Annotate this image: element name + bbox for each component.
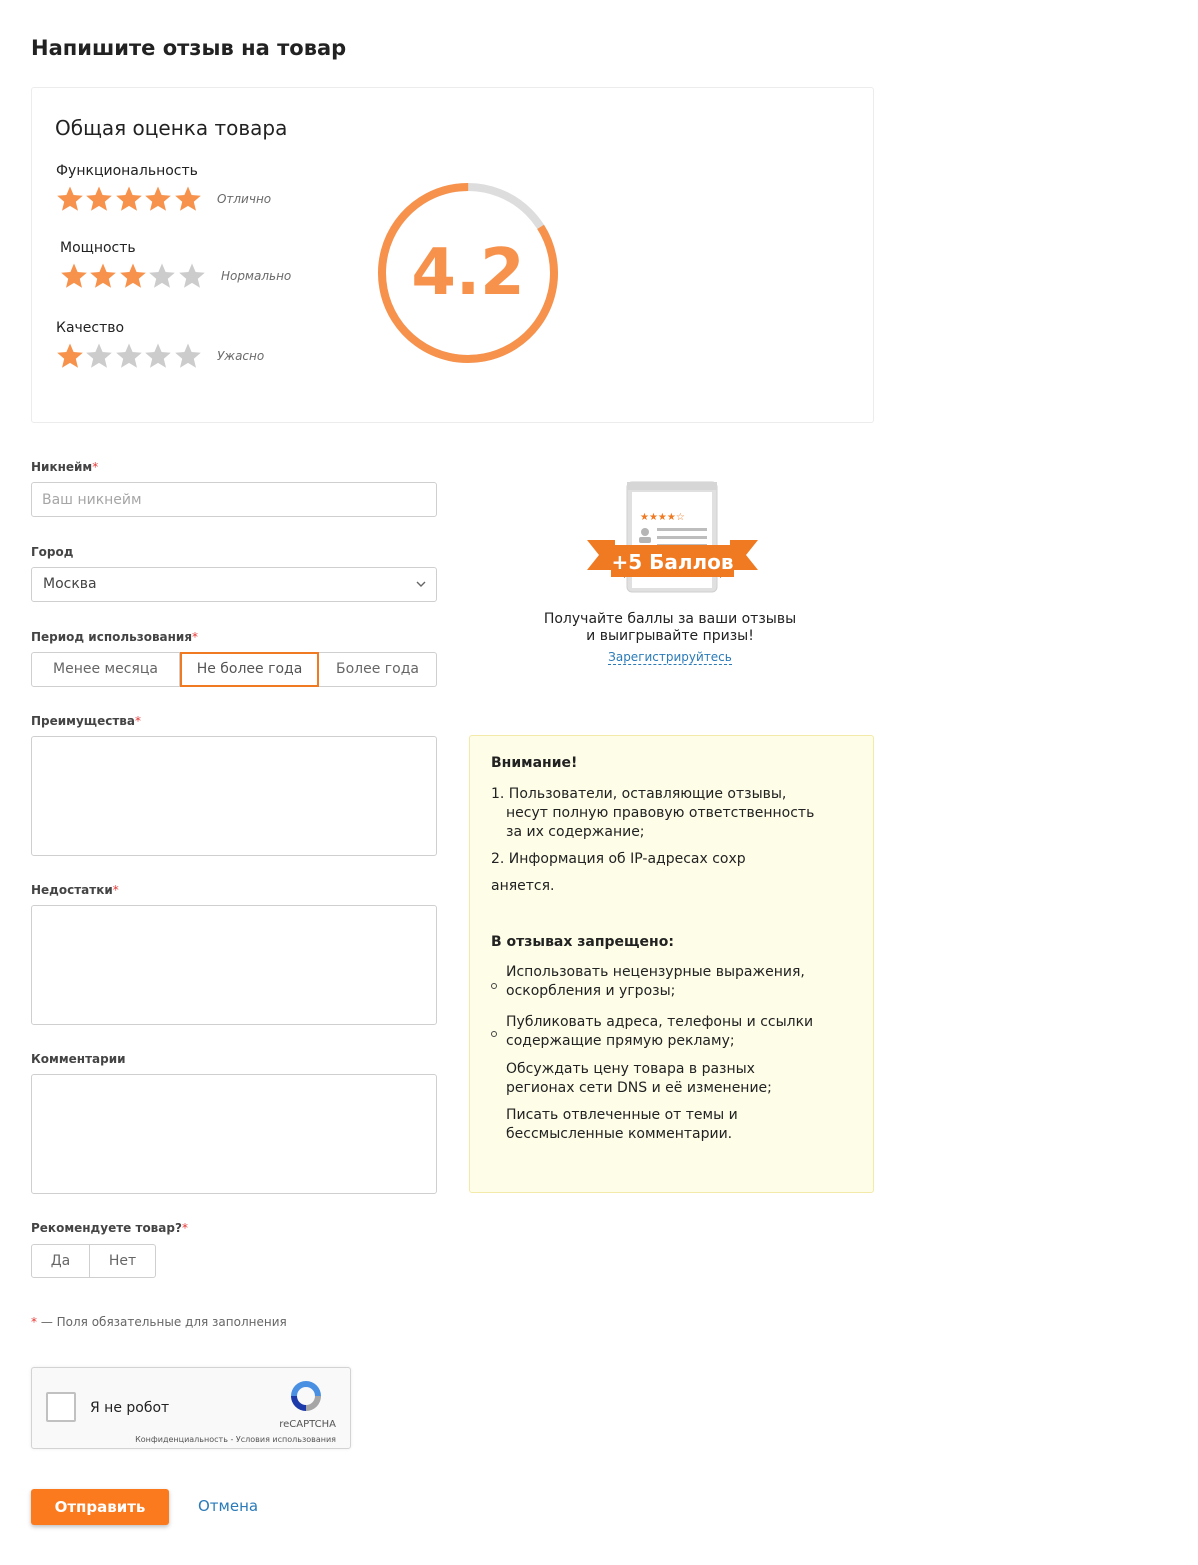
recaptcha-brand: reCAPTCHA (279, 1419, 336, 1430)
comments-label: Комментарии (31, 1052, 126, 1066)
recommend-no-button[interactable]: Нет (90, 1244, 156, 1278)
cons-textarea[interactable] (31, 905, 437, 1025)
period-option-up-to-year[interactable]: Не более года (180, 652, 319, 687)
promo-text: Получайте баллы за ваши отзывы и выигрыв… (543, 611, 797, 644)
cancel-link[interactable]: Отмена (198, 1497, 258, 1515)
star-empty-icon[interactable] (148, 262, 177, 290)
recommend-label: Рекомендуете товар?* (31, 1221, 188, 1235)
criterion-verdict: Отлично (216, 192, 272, 206)
recommend-toggle: Да Нет (31, 1244, 156, 1278)
star-rating[interactable] (60, 262, 207, 290)
recaptcha-label: Я не робот (90, 1400, 170, 1416)
recaptcha-widget: Я не робот reCAPTCHA Конфиденциальность … (31, 1367, 351, 1449)
pros-textarea[interactable] (31, 736, 437, 856)
notice-title: Внимание! (491, 755, 578, 771)
forbidden-item: Публиковать адреса, телефоны и ссылки сод… (506, 1014, 814, 1049)
criterion-verdict: Ужасно (216, 349, 265, 363)
attention-notice: Внимание! 1. Пользователи, оставляющие о… (469, 735, 874, 1193)
city-label: Город (31, 545, 74, 559)
star-filled-icon[interactable] (174, 185, 203, 213)
forbidden-item: Обсуждать цену товара в разных регионах с… (506, 1061, 772, 1096)
nickname-label: Никнейм* (31, 460, 99, 474)
register-link[interactable]: Зарегистрируйтесь (470, 650, 870, 665)
star-empty-icon[interactable] (85, 342, 114, 370)
star-rating[interactable] (56, 185, 203, 213)
bonus-badge-text: +5 Баллов (611, 550, 733, 574)
bullet-icon (491, 1031, 497, 1037)
star-empty-icon[interactable] (174, 342, 203, 370)
bonus-points-badge-icon: ★★★★☆ +5 Баллов (587, 481, 758, 593)
criterion-functionality: Функциональность Отлично (56, 163, 271, 213)
recommend-yes-button[interactable]: Да (31, 1244, 90, 1278)
pros-label: Преимущества* (31, 714, 141, 728)
submit-button[interactable]: Отправить (31, 1489, 169, 1525)
period-label: Период использования* (31, 630, 199, 644)
notice-item-1-cont: несут полную правовую ответственность (506, 805, 815, 821)
star-filled-icon[interactable] (89, 262, 118, 290)
overall-rating-gauge: 4.2 (375, 180, 561, 366)
criterion-verdict: Нормально (220, 269, 292, 283)
star-filled-icon[interactable] (60, 262, 89, 290)
overall-rating-value: 4.2 (411, 236, 525, 310)
period-option-less-month[interactable]: Менее месяца (31, 652, 180, 687)
star-filled-icon[interactable] (85, 185, 114, 213)
star-filled-icon[interactable] (56, 342, 85, 370)
star-empty-icon[interactable] (144, 342, 173, 370)
notice-item-2-cont: аняется. (491, 878, 555, 894)
chevron-down-icon (416, 581, 426, 587)
criterion-label: Функциональность (56, 163, 198, 179)
star-filled-icon[interactable] (115, 185, 144, 213)
criterion-label: Мощность (60, 240, 136, 256)
notice-item-1: 1. Пользователи, оставляющие отзывы, (491, 786, 787, 802)
recaptcha-links[interactable]: Конфиденциальность - Условия использован… (135, 1435, 336, 1444)
star-filled-icon[interactable] (119, 262, 148, 290)
period-option-more-year[interactable]: Более года (319, 652, 437, 687)
period-segmented-control: Менее месяца Не более года Более года (31, 652, 437, 687)
star-filled-icon[interactable] (144, 185, 173, 213)
city-select[interactable]: Москва (31, 567, 437, 602)
notice-item-1-cont: за их содержание; (506, 824, 645, 840)
star-rating[interactable] (56, 342, 203, 370)
page-title: Напишите отзыв на товар (31, 36, 347, 60)
rating-card-title: Общая оценка товара (55, 116, 288, 140)
city-select-value: Москва (43, 576, 97, 592)
forbidden-item: Писать отвлеченные от темы и бессмысленны… (506, 1107, 738, 1142)
required-fields-note: * — Поля обязательные для заполнения (31, 1315, 287, 1329)
criterion-power: Мощность Нормально (60, 240, 291, 290)
cons-label: Недостатки* (31, 883, 119, 897)
rating-card: Общая оценка товара Функциональность Отл… (31, 87, 874, 423)
star-empty-icon[interactable] (178, 262, 207, 290)
criterion-label: Качество (56, 320, 125, 336)
notice-forbidden-title: В отзывах запрещено: (491, 934, 674, 950)
comments-textarea[interactable] (31, 1074, 437, 1194)
bullet-icon (491, 983, 497, 989)
svg-text:★★★★☆: ★★★★☆ (640, 512, 685, 523)
forbidden-item: Использовать нецензурные выражения, оскор… (506, 964, 805, 999)
notice-item-2: 2. Информация об IP-адресах сохр (491, 851, 746, 867)
star-empty-icon[interactable] (115, 342, 144, 370)
criterion-quality: Качество Ужасно (56, 320, 264, 370)
nickname-input[interactable] (31, 482, 437, 517)
recaptcha-checkbox[interactable] (46, 1392, 76, 1422)
recaptcha-logo-icon (291, 1381, 321, 1411)
star-filled-icon[interactable] (56, 185, 85, 213)
